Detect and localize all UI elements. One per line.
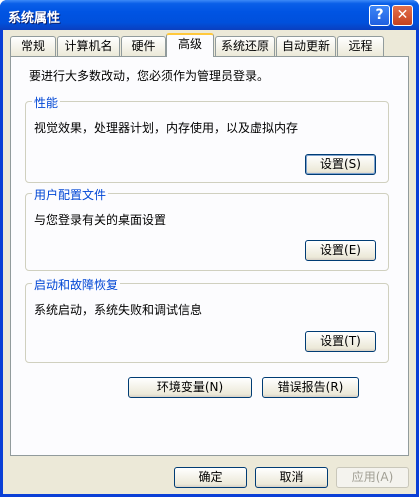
- user-profiles-group: 用户配置文件 与您登录有关的桌面设置 设置(E): [25, 186, 389, 271]
- window-title: 系统属性: [8, 11, 61, 26]
- tab-general[interactable]: 常规: [10, 36, 56, 56]
- startup-recovery-settings-button[interactable]: 设置(T): [305, 331, 376, 352]
- performance-group-title: 性能: [32, 94, 61, 111]
- startup-recovery-group-title: 启动和故障恢复: [32, 276, 121, 293]
- error-reporting-button[interactable]: 错误报告(R): [262, 377, 359, 398]
- apply-button[interactable]: 应用(A): [336, 467, 409, 488]
- dialog-client-area: 常规 计算机名 硬件 高级 系统还原 自动更新 远程 要进行大多数改动，您必须作…: [3, 30, 416, 494]
- environment-variables-button[interactable]: 环境变量(N): [128, 377, 252, 398]
- startup-recovery-description: 系统启动，系统失败和调试信息: [34, 303, 203, 317]
- performance-settings-button[interactable]: 设置(S): [305, 154, 376, 175]
- user-profiles-settings-button[interactable]: 设置(E): [305, 240, 376, 261]
- tab-hardware[interactable]: 硬件: [121, 36, 166, 56]
- help-button[interactable]: ?: [369, 5, 390, 26]
- title-bar[interactable]: 系统属性 ? ✕: [0, 0, 419, 30]
- close-button[interactable]: ✕: [392, 5, 413, 26]
- tab-remote[interactable]: 远程: [337, 36, 384, 56]
- system-properties-window: 系统属性 ? ✕ 常规 计算机名 硬件 高级 系统还原 自动更新 远程 要进行大…: [0, 0, 419, 497]
- user-profiles-description: 与您登录有关的桌面设置: [34, 213, 167, 227]
- startup-recovery-group: 启动和故障恢复 系统启动，系统失败和调试信息 设置(T): [25, 276, 389, 363]
- advanced-tab-panel: 要进行大多数改动，您必须作为管理员登录。 性能 视觉效果，处理器计划，内存使用，…: [10, 56, 409, 456]
- performance-group: 性能 视觉效果，处理器计划，内存使用，以及虚拟内存 设置(S): [25, 94, 389, 183]
- tab-system-restore[interactable]: 系统还原: [215, 36, 275, 56]
- user-profiles-group-title: 用户配置文件: [32, 186, 109, 203]
- ok-button[interactable]: 确定: [174, 467, 247, 488]
- performance-description: 视觉效果，处理器计划，内存使用，以及虚拟内存: [34, 121, 299, 135]
- close-icon: ✕: [396, 7, 409, 23]
- help-icon: ?: [375, 7, 384, 23]
- tab-computer-name[interactable]: 计算机名: [57, 36, 120, 56]
- tab-automatic-updates[interactable]: 自动更新: [276, 36, 336, 56]
- tab-advanced[interactable]: 高级: [166, 33, 214, 57]
- cancel-button[interactable]: 取消: [255, 467, 328, 488]
- admin-note: 要进行大多数改动，您必须作为管理员登录。: [29, 69, 270, 83]
